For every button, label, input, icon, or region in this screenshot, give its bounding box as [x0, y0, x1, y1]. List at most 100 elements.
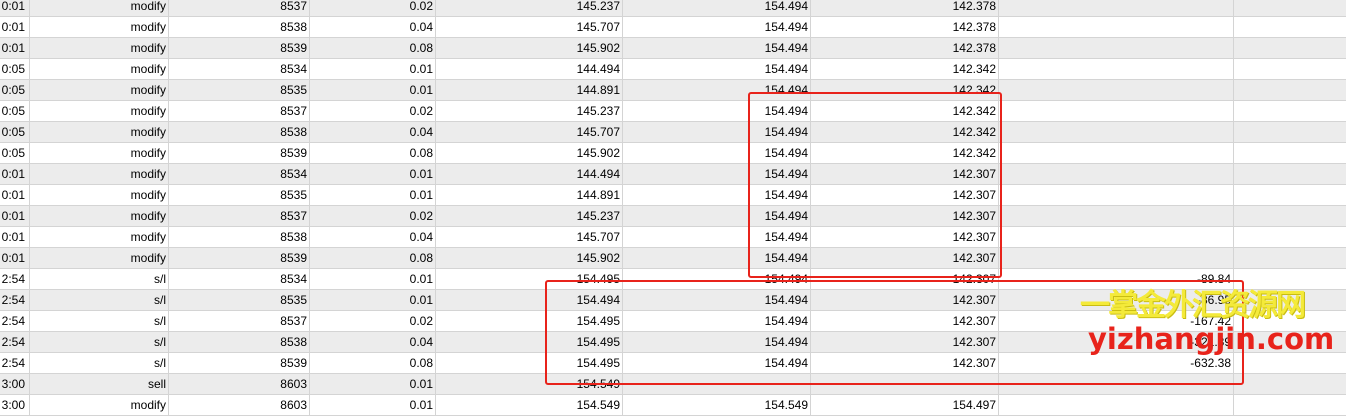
cell-price[interactable]: 145.707	[436, 227, 623, 247]
table-row[interactable]: 0:01 modify 8539 0.08 145.902 154.494 142.307	[0, 248, 1346, 269]
cell-price[interactable]: 154.495	[436, 332, 623, 352]
cell-type[interactable]: modify	[30, 17, 169, 37]
cell-blank[interactable]	[1234, 0, 1346, 16]
cell-order[interactable]: 8534	[169, 164, 310, 184]
cell-type[interactable]: s/l	[30, 269, 169, 289]
cell-blank[interactable]	[1234, 374, 1346, 394]
cell-profit[interactable]	[999, 0, 1234, 16]
cell-price[interactable]: 154.549	[436, 374, 623, 394]
cell-size[interactable]: 0.02	[310, 206, 436, 226]
cell-size[interactable]: 0.04	[310, 227, 436, 247]
cell-tp[interactable]: 142.307	[811, 164, 999, 184]
cell-price[interactable]: 144.891	[436, 185, 623, 205]
cell-type[interactable]: modify	[30, 395, 169, 415]
cell-price[interactable]: 145.237	[436, 0, 623, 16]
cell-profit[interactable]: -321.39	[999, 332, 1234, 352]
cell-size[interactable]: 0.01	[310, 80, 436, 100]
cell-order[interactable]: 8534	[169, 59, 310, 79]
cell-price[interactable]: 145.707	[436, 17, 623, 37]
cell-tp[interactable]: 142.378	[811, 17, 999, 37]
cell-tp[interactable]: 142.307	[811, 269, 999, 289]
cell-tp[interactable]: 142.378	[811, 38, 999, 58]
cell-order[interactable]: 8535	[169, 185, 310, 205]
cell-size[interactable]: 0.01	[310, 395, 436, 415]
cell-sl[interactable]: 154.494	[623, 38, 811, 58]
cell-blank[interactable]	[1234, 122, 1346, 142]
cell-order[interactable]: 8537	[169, 311, 310, 331]
cell-blank[interactable]	[1234, 269, 1346, 289]
cell-time[interactable]: 2:54	[0, 332, 30, 352]
cell-profit[interactable]: -89.84	[999, 269, 1234, 289]
table-row[interactable]: 0:01 modify 8538 0.04 145.707 154.494 142.307	[0, 227, 1346, 248]
cell-time[interactable]: 2:54	[0, 290, 30, 310]
cell-time[interactable]: 0:05	[0, 143, 30, 163]
cell-size[interactable]: 0.08	[310, 143, 436, 163]
cell-sl[interactable]: 154.494	[623, 227, 811, 247]
cell-price[interactable]: 145.237	[436, 101, 623, 121]
cell-tp[interactable]: 142.378	[811, 0, 999, 16]
cell-tp[interactable]: 142.342	[811, 143, 999, 163]
cell-sl[interactable]: 154.494	[623, 311, 811, 331]
table-row[interactable]: 2:54 s/l 8534 0.01 154.495 154.494 142.307 -89.…	[0, 269, 1346, 290]
cell-blank[interactable]	[1234, 353, 1346, 373]
cell-tp[interactable]: 142.342	[811, 80, 999, 100]
cell-size[interactable]: 0.08	[310, 353, 436, 373]
cell-type[interactable]: modify	[30, 101, 169, 121]
cell-sl[interactable]: 154.494	[623, 17, 811, 37]
cell-profit[interactable]	[999, 164, 1234, 184]
cell-blank[interactable]	[1234, 185, 1346, 205]
cell-sl[interactable]: 154.549	[623, 395, 811, 415]
cell-sl[interactable]	[623, 374, 811, 394]
cell-order[interactable]: 8537	[169, 206, 310, 226]
cell-tp[interactable]: 154.497	[811, 395, 999, 415]
table-row[interactable]: 0:05 modify 8538 0.04 145.707 154.494 142.342	[0, 122, 1346, 143]
cell-tp[interactable]: 142.307	[811, 290, 999, 310]
cell-price[interactable]: 154.494	[436, 290, 623, 310]
cell-type[interactable]: modify	[30, 59, 169, 79]
cell-blank[interactable]	[1234, 395, 1346, 415]
cell-size[interactable]: 0.08	[310, 38, 436, 58]
cell-time[interactable]: 0:05	[0, 101, 30, 121]
cell-size[interactable]: 0.08	[310, 248, 436, 268]
cell-time[interactable]: 0:01	[0, 17, 30, 37]
cell-price[interactable]: 144.494	[436, 164, 623, 184]
cell-sl[interactable]: 154.494	[623, 206, 811, 226]
cell-price[interactable]: 145.902	[436, 143, 623, 163]
cell-order[interactable]: 8537	[169, 0, 310, 16]
cell-time[interactable]: 0:05	[0, 80, 30, 100]
cell-blank[interactable]	[1234, 332, 1346, 352]
table-row[interactable]: 0:05 modify 8534 0.01 144.494 154.494 142.342	[0, 59, 1346, 80]
table-row[interactable]: 2:54 s/l 8539 0.08 154.495 154.494 142.307 -632…	[0, 353, 1346, 374]
cell-profit[interactable]	[999, 248, 1234, 268]
cell-time[interactable]: 0:01	[0, 185, 30, 205]
cell-time[interactable]: 0:05	[0, 122, 30, 142]
cell-size[interactable]: 0.04	[310, 17, 436, 37]
cell-time[interactable]: 0:01	[0, 164, 30, 184]
cell-sl[interactable]: 154.494	[623, 101, 811, 121]
table-row[interactable]: 0:01 modify 8537 0.02 145.237 154.494 142.378	[0, 0, 1346, 17]
cell-tp[interactable]: 142.307	[811, 353, 999, 373]
cell-type[interactable]: modify	[30, 122, 169, 142]
cell-sl[interactable]: 154.494	[623, 164, 811, 184]
table-row[interactable]: 3:00 sell 8603 0.01 154.549	[0, 374, 1346, 395]
cell-type[interactable]: modify	[30, 185, 169, 205]
cell-time[interactable]: 0:05	[0, 59, 30, 79]
cell-price[interactable]: 154.549	[436, 395, 623, 415]
table-row[interactable]: 2:54 s/l 8537 0.02 154.495 154.494 142.307 -167…	[0, 311, 1346, 332]
cell-size[interactable]: 0.01	[310, 290, 436, 310]
cell-size[interactable]: 0.04	[310, 122, 436, 142]
cell-price[interactable]: 144.494	[436, 59, 623, 79]
cell-tp[interactable]: 142.342	[811, 101, 999, 121]
cell-time[interactable]: 0:01	[0, 206, 30, 226]
cell-profit[interactable]: -632.38	[999, 353, 1234, 373]
cell-size[interactable]: 0.02	[310, 0, 436, 16]
table-row[interactable]: 0:05 modify 8535 0.01 144.891 154.494 142.342	[0, 80, 1346, 101]
cell-blank[interactable]	[1234, 101, 1346, 121]
cell-profit[interactable]	[999, 374, 1234, 394]
cell-order[interactable]: 8539	[169, 38, 310, 58]
cell-order[interactable]: 8603	[169, 374, 310, 394]
table-row[interactable]: 0:01 modify 8534 0.01 144.494 154.494 142.307	[0, 164, 1346, 185]
cell-tp[interactable]	[811, 374, 999, 394]
cell-tp[interactable]: 142.307	[811, 227, 999, 247]
cell-type[interactable]: modify	[30, 206, 169, 226]
